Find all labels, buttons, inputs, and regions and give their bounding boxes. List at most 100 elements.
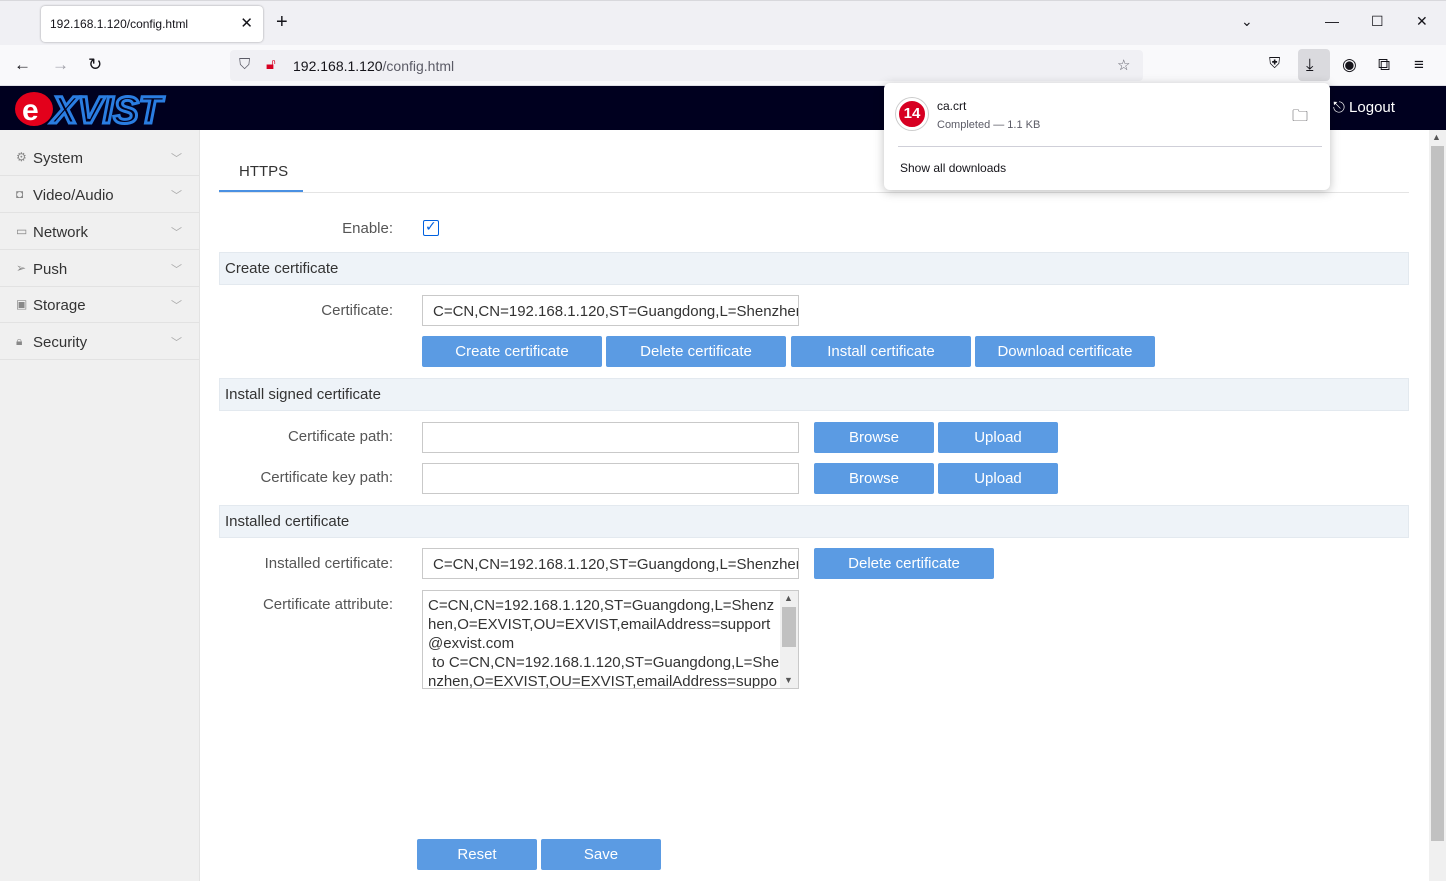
tab-label: HTTPS [239,163,289,180]
forward-icon[interactable]: → [52,55,69,75]
shield-icon[interactable]: ⛉ [239,56,250,73]
exvist-logo: e XVIST [15,89,166,128]
sidebar-item-label: Security [33,334,88,351]
chevron-down-icon: ﹀ [171,153,182,165]
sidebar-item-storage[interactable]: ▣ Storage ﹀ [0,286,199,323]
sidebar-item-label: Network [33,224,89,241]
sidebar-item-security[interactable]: 🔒︎ Security ﹀ [0,323,199,360]
delete-installed-certificate-button[interactable]: Delete certificate [814,548,994,579]
browser-tab[interactable]: 192.168.1.120/config.html ✕ [41,6,263,42]
certificate-attribute-label: Certificate attribute: [262,596,393,613]
address-bar[interactable]: ⛉ 🔓︎ 192.168.1.120/config.html ☆ [230,50,1143,81]
sidebar-item-video-audio[interactable]: ◘ Video/Audio ﹀ [0,176,199,213]
reload-icon[interactable]: ↻ [88,55,102,75]
chevron-down-icon: ﹀ [171,300,182,312]
tab-divider [219,192,1409,193]
upload-key-button[interactable]: Upload [938,463,1058,494]
certificate-attribute-textarea[interactable]: C=CN,CN=192.168.1.120,ST=Guangdong,L=She… [422,590,799,689]
section-title: Create certificate [225,260,339,277]
sidebar-item-system[interactable]: ⚙ System ﹀ [0,139,199,176]
page-scrollbar[interactable]: ▲ [1429,130,1446,881]
scroll-up-icon[interactable]: ▲ [784,593,793,603]
sidebar-item-network[interactable]: ▭ Network ﹀ [0,213,199,250]
new-tab-icon[interactable]: + [276,11,288,34]
logout-icon: ⎋ [1333,99,1345,116]
certificate-field[interactable]: C=CN,CN=192.168.1.120,ST=Guangdong,L=She… [422,295,799,326]
download-status: Completed — 1.1 KB [937,119,1041,131]
install-certificate-button[interactable]: Install certificate [791,336,971,367]
chevron-down-icon: ﹀ [171,227,182,239]
logout-button[interactable]: ⎋ Logout [1333,99,1395,116]
account-icon[interactable]: ◉ [1342,55,1357,75]
installed-certificate-field[interactable]: C=CN,CN=192.168.1.120,ST=Guangdong,L=She… [422,548,799,579]
close-window-icon[interactable]: ✕ [1416,13,1428,30]
section-create-certificate: Create certificate [219,252,1409,285]
downloads-panel: 14 ca.crt Completed — 1.1 KB 🗀 Show all … [884,83,1330,190]
minimize-icon[interactable]: — [1325,13,1339,29]
downloads-button[interactable] [1298,49,1330,81]
certificate-path-label: Certificate path: [287,428,393,445]
section-title: Install signed certificate [225,386,381,403]
certificate-path-field[interactable] [422,422,799,453]
camera-icon: ◘ [16,187,24,201]
section-title: Installed certificate [225,513,350,530]
svg-text:XVIST: XVIST [50,90,165,128]
chevron-down-icon: ﹀ [171,264,182,276]
section-installed-certificate: Installed certificate [219,505,1409,538]
save-button[interactable]: Save [541,839,661,870]
list-tabs-icon[interactable]: ⌄ [1241,13,1253,30]
sidebar-item-label: Video/Audio [33,187,114,204]
enable-label: Enable: [342,220,393,237]
download-file-name[interactable]: ca.crt [937,99,966,113]
lock-icon: 🔒︎ [16,334,23,348]
download-icon[interactable]: ⤓ [1306,55,1314,75]
certificate-attribute-text: C=CN,CN=192.168.1.120,ST=Guangdong,L=She… [428,597,780,689]
create-certificate-button[interactable]: Create certificate [422,336,602,367]
browse-key-button[interactable]: Browse [814,463,934,494]
textarea-scroll-thumb[interactable] [782,607,796,647]
bookmark-star-icon[interactable]: ☆ [1117,56,1130,74]
sidebar-item-label: Push [33,261,68,278]
browse-certificate-button[interactable]: Browse [814,422,934,453]
download-certificate-button[interactable]: Download certificate [975,336,1155,367]
installed-certificate-label: Installed certificate: [264,555,393,572]
chevron-down-icon: ﹀ [171,190,182,202]
menu-icon[interactable]: ≡ [1414,55,1424,75]
section-install-signed-certificate: Install signed certificate [219,378,1409,411]
monitor-icon: ▭ [16,224,28,238]
svg-text:e: e [22,94,39,127]
url-text: 192.168.1.120/config.html [293,58,455,74]
extensions-icon[interactable]: ⧉ [1378,55,1390,75]
close-tab-icon[interactable]: ✕ [240,14,253,32]
tab-https[interactable]: HTTPS [219,154,303,192]
scroll-down-icon[interactable]: ▼ [784,675,793,685]
delete-certificate-button[interactable]: Delete certificate [606,336,786,367]
download-count-badge: 14 [896,98,928,130]
open-folder-icon[interactable]: 🗀 [1292,105,1308,132]
sidebar-item-push[interactable]: ➢ Push ﹀ [0,250,199,287]
disk-icon: ▣ [16,297,28,311]
pocket-icon[interactable]: ⛨ [1269,55,1280,72]
enable-checkbox[interactable]: ✓ [423,218,439,236]
certificate-key-path-label: Certificate key path: [260,469,393,486]
chevron-down-icon: ﹀ [171,337,182,349]
show-all-downloads-link[interactable]: Show all downloads [900,161,1006,175]
page-scroll-thumb[interactable] [1431,146,1444,841]
back-icon[interactable]: ← [14,55,31,75]
sidebar: ⚙ System ﹀ ◘ Video/Audio ﹀ ▭ Network ﹀ ➢… [0,130,200,881]
sidebar-item-label: System [33,150,84,167]
browser-tab-bar: 192.168.1.120/config.html ✕ + ⌄ — ☐ ✕ [0,0,1446,45]
panel-divider [898,146,1322,147]
certificate-label: Certificate: [321,302,393,319]
textarea-scrollbar[interactable]: ▲ ▼ [780,591,798,688]
upload-certificate-button[interactable]: Upload [938,422,1058,453]
sidebar-item-label: Storage [33,297,86,314]
tab-title: 192.168.1.120/config.html [50,17,189,31]
insecure-lock-icon[interactable]: 🔓︎ [266,56,276,73]
maximize-icon[interactable]: ☐ [1371,13,1384,30]
reset-button[interactable]: Reset [417,839,537,870]
gear-icon: ⚙ [16,150,27,164]
scroll-up-icon[interactable]: ▲ [1432,132,1441,142]
certificate-key-path-field[interactable] [422,463,799,494]
send-icon: ➢ [16,261,27,275]
